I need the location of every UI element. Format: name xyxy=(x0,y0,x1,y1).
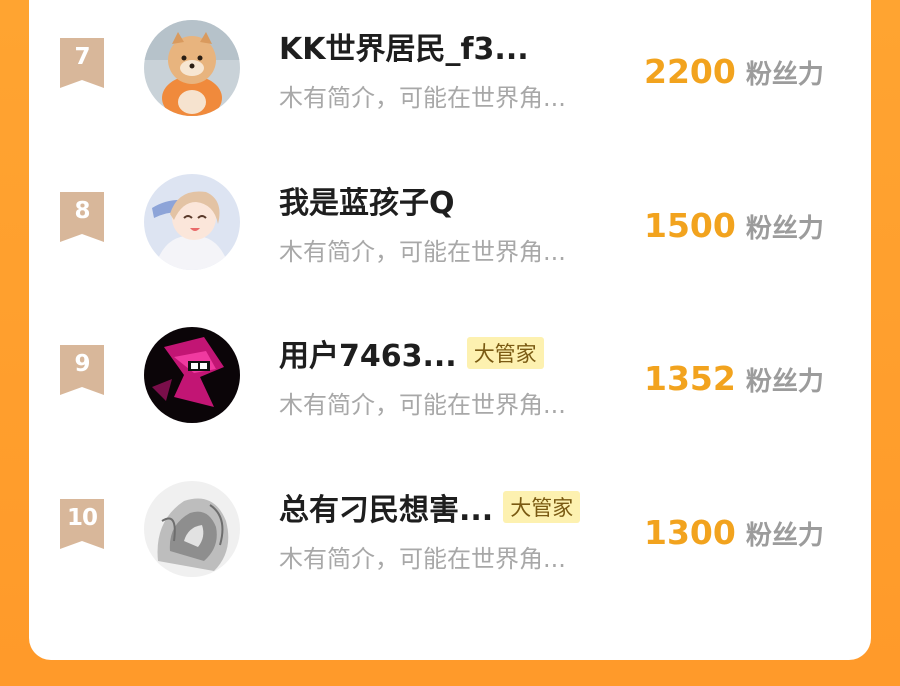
fan-score: 1300 粉丝力 xyxy=(644,513,824,553)
leaderboard-row[interactable]: 8 我是蓝孩子Q 木有简介，可能在世界角... 1500 粉丝力 xyxy=(29,154,871,274)
name-line: 用户7463... 大管家 xyxy=(279,331,544,375)
rank-number: 9 xyxy=(74,351,90,377)
username[interactable]: 用户7463... xyxy=(279,331,457,375)
leaderboard-row[interactable]: 10 总有刁民想害... 大管家 木有简介，可能在世界角... 1300 粉丝力 xyxy=(29,461,871,581)
leaderboard-card: 7 KK世界居民_f3... 木有简介，可能在世界角... 2200 粉丝力 8… xyxy=(29,0,871,660)
score-unit: 粉丝力 xyxy=(745,214,824,244)
fan-score: 2200 粉丝力 xyxy=(644,52,824,92)
avatar[interactable] xyxy=(144,327,240,423)
score-unit: 粉丝力 xyxy=(745,367,824,397)
butler-badge: 大管家 xyxy=(503,491,581,523)
user-bio: 木有简介，可能在世界角... xyxy=(279,238,566,266)
rank-badge: 10 xyxy=(60,499,104,557)
rank-number: 8 xyxy=(74,198,90,224)
user-bio: 木有简介，可能在世界角... xyxy=(279,84,566,112)
avatar[interactable] xyxy=(144,20,240,116)
name-line: KK世界居民_f3... xyxy=(279,24,529,68)
avatar[interactable] xyxy=(144,481,240,577)
rank-number: 10 xyxy=(66,505,98,531)
score-value: 1352 xyxy=(644,359,736,398)
name-line: 我是蓝孩子Q xyxy=(279,178,455,222)
rank-badge: 9 xyxy=(60,345,104,403)
name-line: 总有刁民想害... 大管家 xyxy=(279,485,581,529)
fan-score: 1352 粉丝力 xyxy=(644,359,824,399)
rank-number: 7 xyxy=(74,44,90,70)
score-unit: 粉丝力 xyxy=(745,60,824,90)
rank-badge: 8 xyxy=(60,192,104,250)
user-bio: 木有简介，可能在世界角... xyxy=(279,545,566,573)
username[interactable]: 我是蓝孩子Q xyxy=(279,178,455,222)
score-value: 1300 xyxy=(644,513,736,552)
leaderboard-row[interactable]: 9 用户7463... 大管家 木有简介，可能在世界角... 1352 粉丝力 xyxy=(29,307,871,427)
fan-score: 1500 粉丝力 xyxy=(644,206,824,246)
score-value: 2200 xyxy=(644,52,736,91)
username[interactable]: 总有刁民想害... xyxy=(279,485,493,529)
rank-badge: 7 xyxy=(60,38,104,96)
score-unit: 粉丝力 xyxy=(745,521,824,551)
butler-badge: 大管家 xyxy=(466,337,544,369)
page: 7 KK世界居民_f3... 木有简介，可能在世界角... 2200 粉丝力 8… xyxy=(0,0,900,686)
user-bio: 木有简介，可能在世界角... xyxy=(279,391,566,419)
score-value: 1500 xyxy=(644,206,736,245)
avatar[interactable] xyxy=(144,174,240,270)
username[interactable]: KK世界居民_f3... xyxy=(279,24,529,68)
leaderboard-row[interactable]: 7 KK世界居民_f3... 木有简介，可能在世界角... 2200 粉丝力 xyxy=(29,0,871,120)
